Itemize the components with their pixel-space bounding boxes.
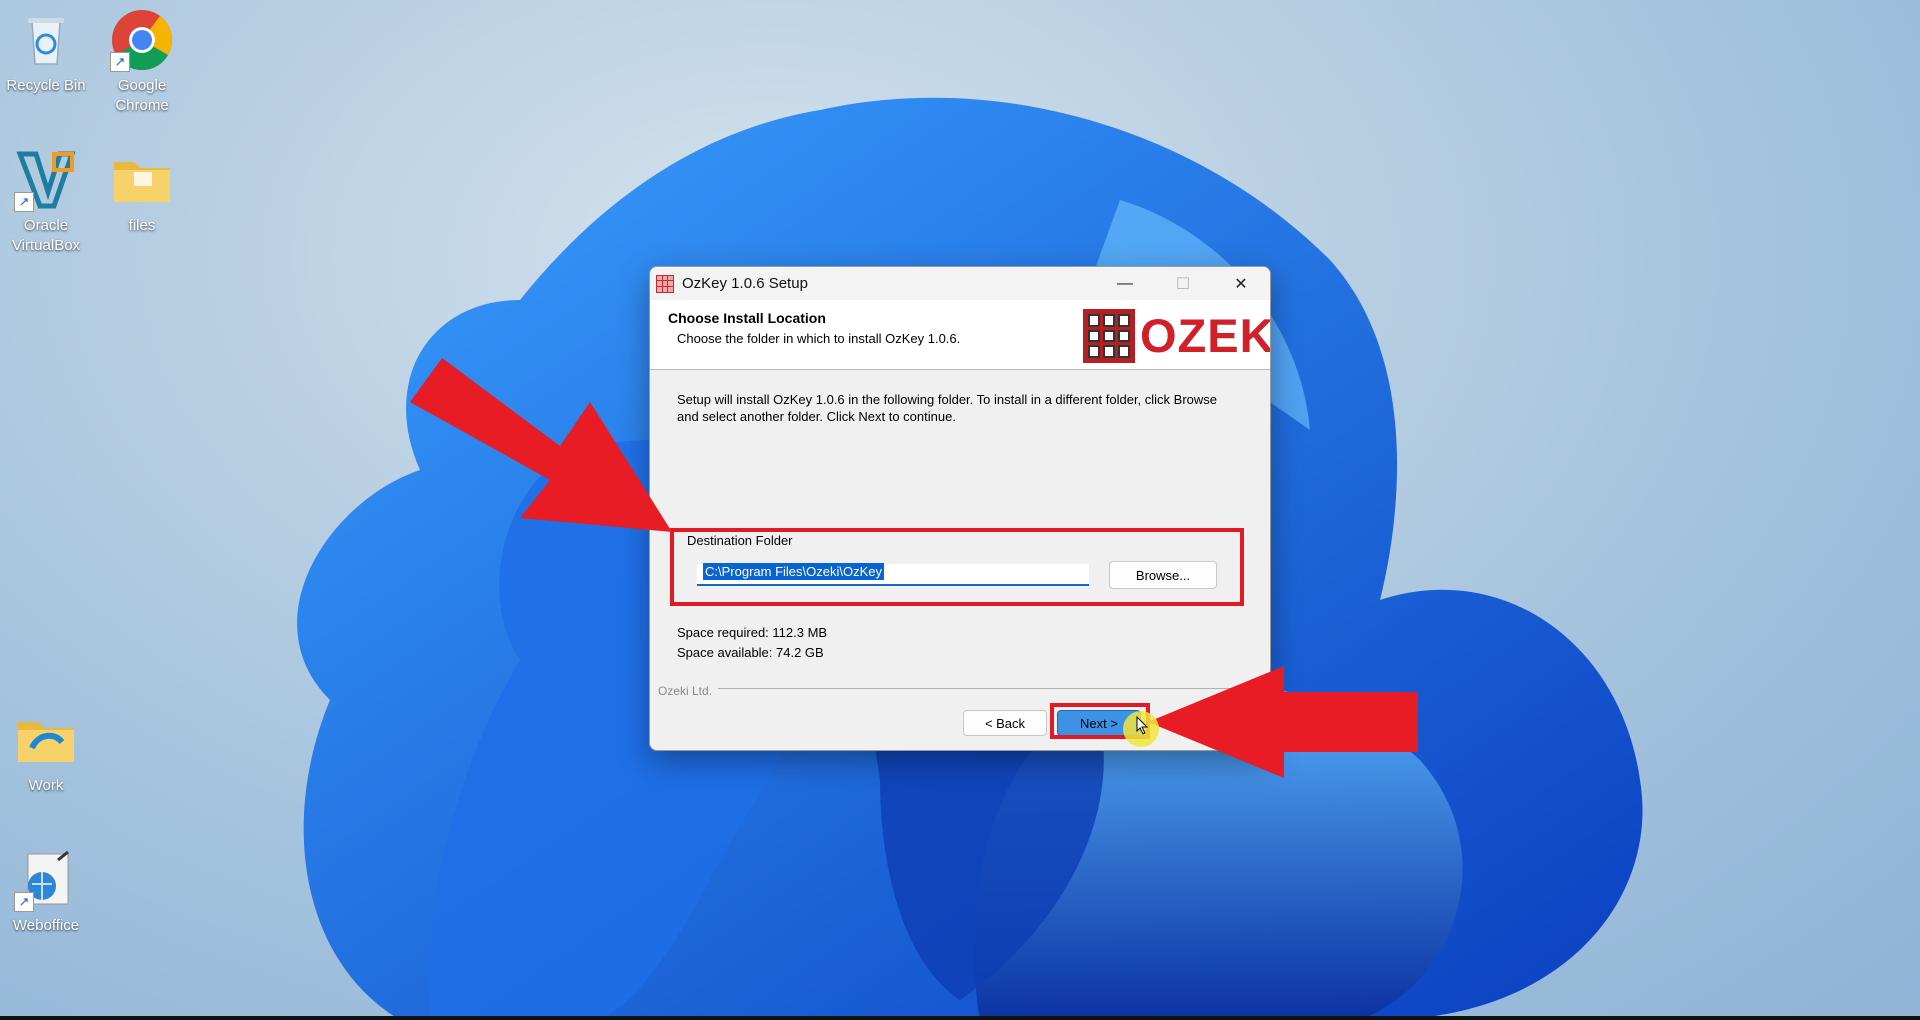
close-button[interactable]: ✕ <box>1212 267 1270 300</box>
desktop-icon-label-2: Chrome <box>115 97 169 114</box>
desktop-icon-label: Weboffice <box>12 917 80 934</box>
ozeki-logo-icon <box>1083 309 1135 363</box>
dialog-header: Choose Install Location Choose the folde… <box>650 300 1270 370</box>
intro-text: Setup will install OzKey 1.0.6 in the fo… <box>677 392 1218 424</box>
desktop-icon-work[interactable]: Work <box>0 708 94 796</box>
virtualbox-icon: ↗ <box>14 148 78 212</box>
brand-text: Ozeki Ltd. <box>658 684 719 698</box>
taskbar-edge <box>0 1016 1920 1020</box>
weboffice-icon: ↗ <box>14 848 78 912</box>
desktop-icon-label: Work <box>28 777 64 794</box>
desktop-icon-recycle-bin[interactable]: Recycle Bin <box>0 8 94 96</box>
desktop-icon-google-chrome[interactable]: ↗ Google Chrome <box>94 8 190 116</box>
arrow-to-next-icon <box>1148 666 1418 778</box>
folder-icon <box>14 708 78 772</box>
space-required: Space required: 112.3 MB <box>677 625 828 640</box>
desktop-icon-oracle-virtualbox[interactable]: ↗ Oracle VirtualBox <box>0 148 94 256</box>
minimize-button[interactable]: — <box>1096 267 1154 300</box>
desktop-icon-label: Google <box>117 77 167 94</box>
maximize-button[interactable]: ☐ <box>1154 267 1212 300</box>
shortcut-arrow-icon: ↗ <box>14 892 34 912</box>
shortcut-arrow-icon: ↗ <box>110 52 130 72</box>
desktop-icon-label-2: VirtualBox <box>11 237 81 254</box>
chrome-icon: ↗ <box>110 8 174 72</box>
desktop-icon-label: files <box>128 217 156 234</box>
setup-app-icon <box>656 274 674 293</box>
ozeki-logo-text: OZEKI <box>1140 309 1270 362</box>
dialog-titlebar[interactable]: OzKey 1.0.6 Setup — ☐ ✕ <box>650 267 1270 300</box>
recycle-bin-icon <box>14 8 78 72</box>
shortcut-arrow-icon: ↗ <box>14 192 34 212</box>
dialog-title: OzKey 1.0.6 Setup <box>682 275 808 292</box>
desktop-icon-weboffice[interactable]: ↗ Weboffice <box>0 848 94 936</box>
arrow-to-destination-icon <box>410 358 672 532</box>
desktop-icon-label: Recycle Bin <box>6 77 86 94</box>
desktop-icon-files[interactable]: files <box>94 148 190 236</box>
back-button[interactable]: < Back <box>963 710 1047 736</box>
ozeki-logo: OZEKI <box>1083 308 1270 364</box>
header-title: Choose Install Location <box>668 310 826 326</box>
header-subtitle: Choose the folder in which to install Oz… <box>677 331 961 346</box>
destination-highlight-box <box>670 528 1244 606</box>
folder-icon <box>110 148 174 212</box>
desktop-icon-label: Oracle <box>23 217 69 234</box>
mouse-cursor-icon <box>1136 716 1149 735</box>
space-available: Space available: 74.2 GB <box>677 645 824 660</box>
